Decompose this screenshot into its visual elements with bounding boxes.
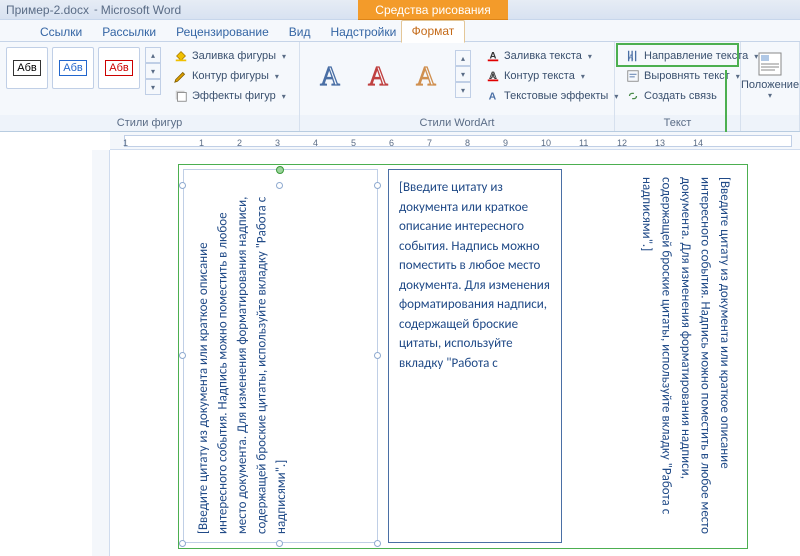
wordart-style-3[interactable]: А [404,49,448,99]
ruler-tick: 11 [579,138,588,148]
group-label-wordart: Стили WordArt [300,115,614,131]
app-title: Microsoft Word [101,3,181,17]
align-text-button[interactable]: Выровнять текст [623,67,761,85]
ruler-tick: 5 [351,138,356,148]
horizontal-ruler[interactable]: 11234567891011121314 [110,132,800,150]
group-label-shape-styles: Стили фигур [0,115,299,131]
ruler-tick: 13 [655,138,665,148]
tab-mail[interactable]: Рассылки [92,22,166,41]
selection-handle[interactable] [179,352,186,359]
svg-text:А: А [320,61,340,91]
vertical-ruler[interactable] [92,150,110,556]
text-outline-icon: A [486,69,500,83]
group-label-position [741,115,799,131]
svg-text:A: A [489,91,497,103]
shape-style-down[interactable]: ▾ [145,63,161,79]
selection-handle[interactable] [374,182,381,189]
shape-outline-button[interactable]: Контур фигуры [171,67,289,85]
document-title: Пример-2.docx [6,3,89,17]
wordart-more[interactable]: ▾ [455,82,471,98]
svg-text:А: А [368,61,388,91]
text-direction-icon: A [626,49,640,63]
svg-text:A: A [629,55,634,62]
textbox-1[interactable]: [Введите цитату из документа или краткое… [183,169,378,543]
selection-handle[interactable] [374,352,381,359]
ruler-tick: 8 [465,138,470,148]
ruler-tick: 6 [389,138,394,148]
title-bar: Пример-2.docx - Microsoft Word Средства … [0,0,800,20]
contextual-tab-header: Средства рисования [358,0,508,20]
ruler-tick: 1 [199,138,204,148]
text-outline-button[interactable]: A Контур текста [483,67,621,85]
textbox-2[interactable]: [Введите цитату из документа или краткое… [388,169,562,543]
ruler-tick: 10 [541,138,551,148]
document-area: 11234567891011121314 [Введите цитату из … [0,132,800,556]
shape-style-swatch-2[interactable]: Абв [52,47,94,89]
link-icon [626,89,640,103]
text-effects-icon: A [486,89,500,103]
selection-handle[interactable] [276,182,283,189]
selection-handle[interactable] [179,540,186,547]
text-fill-icon: A [486,49,500,63]
ruler-tick: 3 [275,138,280,148]
selection-handle[interactable] [374,540,381,547]
shape-style-swatch-1[interactable]: Абв [6,47,48,89]
wordart-down[interactable]: ▾ [455,66,471,82]
bucket-icon [174,49,188,63]
selection-handle[interactable] [179,182,186,189]
tab-links[interactable]: Ссылки [30,22,92,41]
shape-fill-button[interactable]: Заливка фигуры [171,47,289,65]
textbox-1-text: [Введите цитату из документа или краткое… [196,197,289,534]
textbox-3-text: [Введите цитату из документа или краткое… [639,177,732,534]
ruler-tick: 12 [617,138,627,148]
ruler-tick: 2 [237,138,242,148]
text-direction-button[interactable]: A Направление текста [623,47,761,65]
wordart-style-1[interactable]: А [308,49,352,99]
shape-style-up[interactable]: ▴ [145,47,161,63]
svg-text:А: А [416,61,436,91]
shape-style-swatch-3[interactable]: Абв [98,47,140,89]
rotation-handle[interactable] [276,166,284,174]
wordart-style-2[interactable]: А [356,49,400,99]
ruler-tick: 1 [123,138,128,148]
effects-icon [174,89,188,103]
selection-handle[interactable] [276,540,283,547]
align-text-icon [626,69,640,83]
create-link-button[interactable]: Создать связь [623,87,761,105]
shape-effects-button[interactable]: Эффекты фигур [171,87,289,105]
ruler-tick: 7 [427,138,432,148]
wordart-up[interactable]: ▴ [455,50,471,66]
text-fill-button[interactable]: A Заливка текста [483,47,621,65]
textbox-2-text: [Введите цитату из документа или краткое… [399,180,550,371]
title-separator: - [91,4,101,16]
ruler-tick: 14 [693,138,703,148]
pencil-icon [174,69,188,83]
tab-review[interactable]: Рецензирование [166,22,279,41]
text-effects-button[interactable]: A Текстовые эффекты [483,87,621,105]
ruler-tick: 9 [503,138,508,148]
textbox-3[interactable]: [Введите цитату из документа или краткое… [570,169,744,543]
ribbon: Абв Абв Абв ▴ ▾ ▾ Заливка фигуры Контур … [0,42,800,132]
ruler-tick: 4 [313,138,318,148]
page[interactable]: [Введите цитату из документа или краткое… [116,154,756,554]
ribbon-tabs: Ссылки Рассылки Рецензирование Вид Надст… [0,20,800,42]
tab-format[interactable]: Формат [401,20,466,43]
shape-style-more[interactable]: ▾ [145,79,161,95]
group-label-text: Текст [615,115,740,131]
tab-view[interactable]: Вид [279,22,321,41]
